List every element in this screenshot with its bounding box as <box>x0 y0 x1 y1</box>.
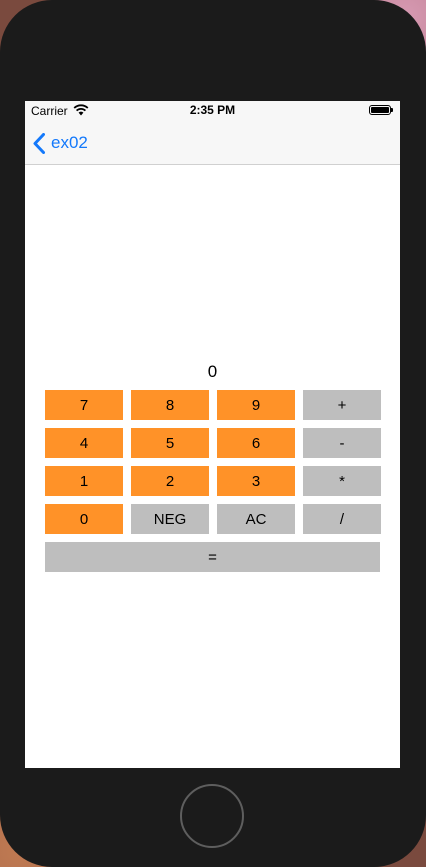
phone-screen: Carrier 2:35 PM ex02 0 7 8 9 + 4 5 6 - 1… <box>25 101 400 768</box>
key-5[interactable]: 5 <box>131 428 209 458</box>
key-6[interactable]: 6 <box>217 428 295 458</box>
key-multiply[interactable]: * <box>303 466 381 496</box>
chevron-left-icon <box>33 132 45 154</box>
key-equals[interactable]: = <box>45 542 380 572</box>
key-divide[interactable]: / <box>303 504 381 534</box>
key-ac[interactable]: AC <box>217 504 295 534</box>
key-minus[interactable]: - <box>303 428 381 458</box>
key-4[interactable]: 4 <box>45 428 123 458</box>
key-7[interactable]: 7 <box>45 390 123 420</box>
key-8[interactable]: 8 <box>131 390 209 420</box>
key-0[interactable]: 0 <box>45 504 123 534</box>
phone-frame: Carrier 2:35 PM ex02 0 7 8 9 + 4 5 6 - 1… <box>0 0 426 867</box>
battery-icon <box>369 105 393 115</box>
home-button[interactable] <box>180 784 244 848</box>
key-1[interactable]: 1 <box>45 466 123 496</box>
status-time: 2:35 PM <box>189 103 236 117</box>
status-bar: Carrier 2:35 PM <box>25 101 400 121</box>
key-plus[interactable]: + <box>303 390 381 420</box>
key-3[interactable]: 3 <box>217 466 295 496</box>
key-9[interactable]: 9 <box>217 390 295 420</box>
key-neg[interactable]: NEG <box>131 504 209 534</box>
navigation-bar: ex02 <box>25 121 400 165</box>
back-button[interactable]: ex02 <box>33 121 88 165</box>
back-button-label: ex02 <box>51 133 88 152</box>
calculator-display: 0 <box>207 362 218 381</box>
key-2[interactable]: 2 <box>131 466 209 496</box>
